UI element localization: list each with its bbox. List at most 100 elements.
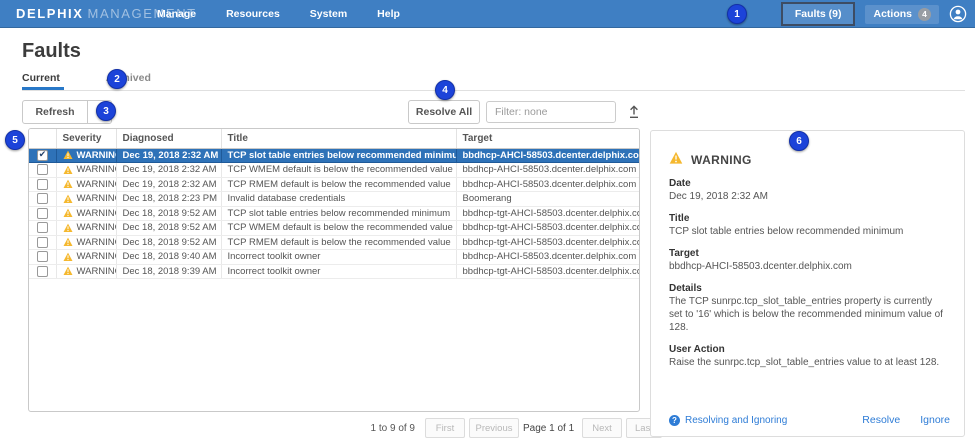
col-diagnosed: Diagnosed (116, 129, 221, 148)
menu-resources[interactable]: Resources (226, 8, 280, 20)
faults-page: DELPHIXMANAGEMENT Manage Resources Syste… (0, 0, 975, 441)
field-value: The TCP sunrpc.tcp_slot_table_entries pr… (669, 295, 947, 334)
faults-table-body: WARNING Dec 19, 2018 2:32 AM TCP slot ta… (29, 148, 640, 279)
target-cell: bbdhcp-tgt-AHCI-58503.dcenter.delphix.co… (456, 221, 640, 236)
fault-row[interactable]: WARNING Dec 18, 2018 9:52 AM TCP WMEM de… (29, 221, 640, 236)
severity-label: WARNING (77, 150, 117, 161)
diagnosed-cell: Dec 18, 2018 9:40 AM (116, 250, 221, 265)
previous-page-button[interactable]: Previous (469, 418, 519, 438)
row-checkbox[interactable] (37, 179, 48, 190)
warning-icon (63, 194, 73, 204)
detail-severity-header: WARNING (669, 151, 946, 168)
detail-field-title: Title TCP slot table entries below recom… (669, 213, 947, 238)
fault-row[interactable]: WARNING Dec 18, 2018 9:52 AM TCP RMEM de… (29, 235, 640, 250)
field-label: Target (669, 248, 947, 259)
actions-button[interactable]: Actions 4 (865, 5, 939, 24)
fault-row[interactable]: WARNING Dec 19, 2018 2:32 AM TCP WMEM de… (29, 163, 640, 178)
fault-row[interactable]: WARNING Dec 19, 2018 2:32 AM TCP slot ta… (29, 148, 640, 163)
diagnosed-cell: Dec 18, 2018 9:52 AM (116, 235, 221, 250)
help-link-label: Resolving and Ignoring (685, 415, 787, 426)
title-cell: Invalid database credentials (221, 192, 456, 207)
refresh-button[interactable]: Refresh (22, 100, 88, 124)
warning-icon (63, 179, 73, 189)
row-checkbox[interactable] (37, 193, 48, 204)
annotation-marker-3: 3 (96, 101, 116, 121)
warning-icon (63, 150, 73, 160)
col-title: Title (221, 129, 456, 148)
title-cell: TCP RMEM default is below the recommende… (221, 235, 456, 250)
title-cell: TCP RMEM default is below the recommende… (221, 177, 456, 192)
target-cell: bbdhcp-AHCI-58503.dcenter.delphix.com (456, 148, 640, 163)
annotation-marker-4: 4 (435, 80, 455, 100)
resolve-all-button[interactable]: Resolve All (408, 100, 480, 124)
col-severity: Severity (56, 129, 116, 148)
row-checkbox[interactable] (37, 237, 48, 248)
table-header-row: Severity Diagnosed Title Target (29, 129, 640, 148)
warning-icon (63, 252, 73, 262)
diagnosed-cell: Dec 19, 2018 2:32 AM (116, 148, 221, 163)
row-checkbox[interactable] (37, 266, 48, 277)
warning-icon (63, 208, 73, 218)
detail-severity-label: WARNING (691, 153, 752, 167)
annotation-marker-2: 2 (107, 69, 127, 89)
row-checkbox[interactable] (37, 208, 48, 219)
diagnosed-cell: Dec 18, 2018 9:52 AM (116, 206, 221, 221)
export-icon[interactable] (624, 102, 644, 122)
warning-icon (63, 165, 73, 175)
faults-button[interactable]: Faults (9) (781, 2, 856, 26)
top-nav-bar: DELPHIXMANAGEMENT Manage Resources Syste… (0, 0, 975, 28)
row-checkbox[interactable] (37, 164, 48, 175)
title-cell: TCP slot table entries below recommended… (221, 148, 456, 163)
filter-input[interactable] (486, 101, 616, 123)
actions-button-label: Actions (873, 8, 912, 20)
fault-row[interactable]: WARNING Dec 18, 2018 9:52 AM TCP slot ta… (29, 206, 640, 221)
row-checkbox[interactable] (37, 251, 48, 262)
ignore-link[interactable]: Ignore (920, 414, 950, 426)
warning-icon (669, 151, 683, 168)
detail-footer: ? Resolving and Ignoring Resolve Ignore (669, 414, 950, 426)
field-value: Raise the sunrpc.tcp_slot_table_entries … (669, 356, 947, 369)
title-cell: Incorrect toolkit owner (221, 264, 456, 279)
fault-row[interactable]: WARNING Dec 18, 2018 9:40 AM Incorrect t… (29, 250, 640, 265)
target-cell: bbdhcp-AHCI-58503.dcenter.delphix.com (456, 250, 640, 265)
tab-bar: Current Archived (22, 72, 965, 91)
field-label: Details (669, 283, 947, 294)
menu-manage[interactable]: Manage (157, 8, 196, 20)
severity-label: WARNING (77, 164, 117, 175)
fault-row[interactable]: WARNING Dec 18, 2018 2:23 PM Invalid dat… (29, 192, 640, 207)
topbar-right-cluster: Faults (9) Actions 4 (781, 0, 967, 28)
diagnosed-cell: Dec 18, 2018 9:39 AM (116, 264, 221, 279)
user-profile-icon[interactable] (949, 5, 967, 23)
page-title: Faults (22, 40, 81, 63)
first-page-button[interactable]: First (425, 418, 465, 438)
menu-system[interactable]: System (310, 8, 347, 20)
top-menu: Manage Resources System Help (157, 8, 400, 20)
fault-row[interactable]: WARNING Dec 19, 2018 2:32 AM TCP RMEM de… (29, 177, 640, 192)
row-checkbox[interactable] (37, 150, 48, 161)
next-page-button[interactable]: Next (582, 418, 622, 438)
title-cell: TCP WMEM default is below the recommende… (221, 163, 456, 178)
resolving-and-ignoring-link[interactable]: ? Resolving and Ignoring (669, 415, 787, 426)
page-indicator: Page 1 of 1 (523, 423, 574, 434)
fault-row[interactable]: WARNING Dec 18, 2018 9:39 AM Incorrect t… (29, 264, 640, 279)
pagination-bar: 1 to 9 of 9 First Previous Page 1 of 1 N… (0, 418, 648, 439)
field-label: User Action (669, 344, 947, 355)
menu-help[interactable]: Help (377, 8, 400, 20)
detail-field-details: Details The TCP sunrpc.tcp_slot_table_en… (669, 283, 947, 334)
target-cell: bbdhcp-tgt-AHCI-58503.dcenter.delphix.co… (456, 235, 640, 250)
annotation-marker-5: 5 (5, 130, 25, 150)
resolve-link[interactable]: Resolve (862, 414, 900, 426)
field-label: Title (669, 213, 947, 224)
target-cell: bbdhcp-tgt-AHCI-58503.dcenter.delphix.co… (456, 264, 640, 279)
target-cell: bbdhcp-AHCI-58503.dcenter.delphix.com (456, 177, 640, 192)
target-cell: bbdhcp-tgt-AHCI-58503.dcenter.delphix.co… (456, 206, 640, 221)
severity-label: WARNING (77, 222, 117, 233)
tab-current[interactable]: Current (22, 72, 64, 90)
row-checkbox[interactable] (37, 222, 48, 233)
col-target: Target (456, 129, 640, 148)
actions-count-badge: 4 (918, 8, 931, 21)
diagnosed-cell: Dec 18, 2018 9:52 AM (116, 221, 221, 236)
diagnosed-cell: Dec 19, 2018 2:32 AM (116, 177, 221, 192)
warning-icon (63, 223, 73, 233)
select-all-header (29, 129, 56, 148)
